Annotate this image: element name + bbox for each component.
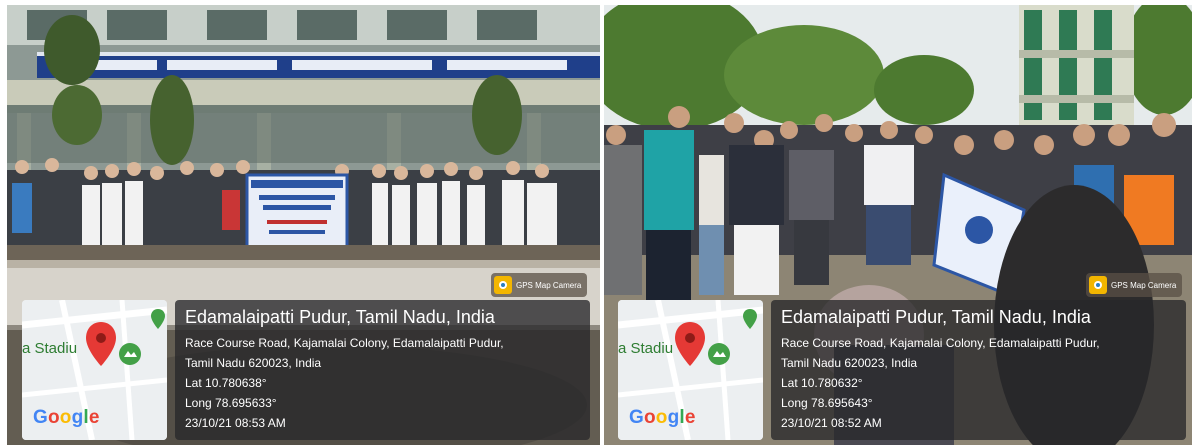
location-title: Edamalaipatti Pudur, Tamil Nadu, India: [781, 307, 1091, 327]
latitude: Lat 10.780638°: [185, 376, 267, 390]
timestamp: 23/10/21 08:53 AM: [185, 416, 286, 430]
address-line-1: Race Course Road, Kajamalai Colony, Edam…: [185, 336, 504, 350]
google-logo: Google: [629, 407, 696, 428]
map-place-label: a Stadiu: [22, 340, 78, 357]
place-marker-icon: [151, 309, 165, 329]
map-thumbnail: a Stadiu Google: [22, 300, 167, 440]
timestamp: 23/10/21 08:52 AM: [781, 416, 882, 430]
place-marker-icon: [743, 309, 757, 329]
location-title: Edamalaipatti Pudur, Tamil Nadu, India: [185, 307, 495, 327]
gps-map-camera-badge: GPS Map Camera: [491, 273, 588, 297]
gps-map-camera-label: GPS Map Camera: [1111, 280, 1177, 290]
location-info-panel: Edamalaipatti Pudur, Tamil Nadu, India R…: [175, 300, 590, 440]
map-pin-icon: [675, 322, 705, 366]
address-line-2: Tamil Nadu 620023, India: [185, 356, 322, 370]
photo-right: GPS Map Camera a Stadiu Google Edamalaip…: [604, 5, 1192, 445]
map-pin-icon: [86, 322, 116, 366]
google-logo: Google: [33, 407, 100, 428]
longitude: Long 78.695643°: [781, 396, 873, 410]
latitude: Lat 10.780632°: [781, 376, 863, 390]
map-thumbnail: a Stadiu Google: [618, 300, 763, 440]
photo-left: GPS Map Camera a Stadiu Google Edamalaip…: [7, 5, 600, 445]
address-line-2: Tamil Nadu 620023, India: [781, 356, 918, 370]
gps-map-camera-label: GPS Map Camera: [516, 280, 582, 290]
gps-map-camera-badge: GPS Map Camera: [1086, 273, 1183, 297]
location-info-panel: Edamalaipatti Pudur, Tamil Nadu, India R…: [771, 300, 1186, 440]
address-line-1: Race Course Road, Kajamalai Colony, Edam…: [781, 336, 1100, 350]
park-marker-icon: [119, 343, 141, 365]
camera-icon: [1089, 276, 1107, 294]
map-place-label: a Stadiu: [618, 340, 674, 357]
park-marker-icon: [708, 343, 730, 365]
longitude: Long 78.695633°: [185, 396, 277, 410]
camera-icon: [494, 276, 512, 294]
